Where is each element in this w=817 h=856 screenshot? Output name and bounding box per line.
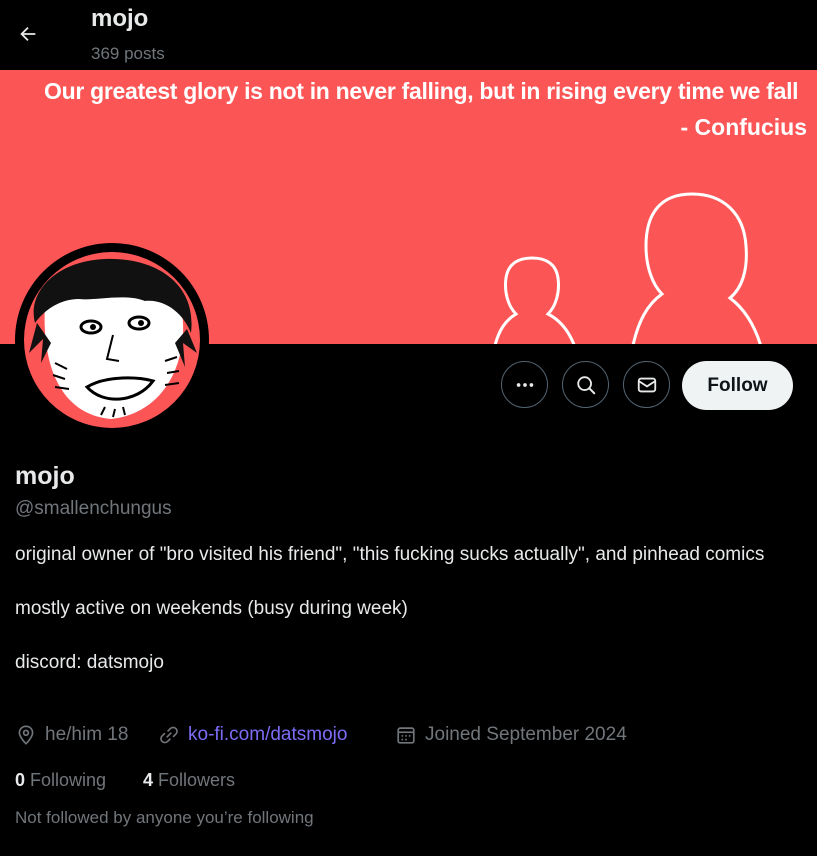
user-handle: @smallenchungus [15, 498, 172, 519]
website-link[interactable]: ko-fi.com/datsmojo [188, 724, 347, 746]
header-title: mojo [91, 5, 149, 32]
link-icon [160, 726, 178, 744]
back-button[interactable] [10, 16, 46, 52]
follow-button[interactable]: Follow [682, 361, 793, 410]
calendar-icon [397, 727, 415, 744]
message-button[interactable] [623, 361, 670, 408]
joined-text: Joined September 2024 [425, 724, 627, 745]
following-count: 0 [15, 769, 26, 790]
arrow-left-icon [20, 26, 36, 42]
bio-line: original owner of "bro visited his frien… [15, 544, 765, 565]
search-profile-button[interactable] [562, 361, 609, 408]
social-context-text: Not followed by anyone you’re following [15, 808, 314, 827]
bio-line: mostly active on weekends (busy during w… [15, 598, 408, 619]
profile-website[interactable]: ko-fi.com/datsmojo [158, 722, 347, 748]
bio: original owner of "bro visited his frien… [15, 541, 805, 676]
followers-count: 4 [143, 769, 154, 790]
profile-joined: Joined September 2024 [395, 722, 627, 748]
banner-quote: Our greatest glory is not in never falli… [44, 78, 799, 104]
search-icon [576, 375, 595, 394]
followers-link[interactable]: 4 Followers [143, 767, 235, 793]
avatar-drawing [24, 252, 200, 428]
banner-quote-author: - Confucius [680, 114, 808, 140]
location-text: he/him 18 [45, 724, 129, 745]
avatar[interactable] [15, 243, 209, 437]
display-name: mojo [15, 462, 75, 490]
top-bar: mojo 369 posts [0, 0, 817, 70]
bio-line: discord: datsmojo [15, 652, 164, 673]
following-link[interactable]: 0 Following [15, 767, 106, 793]
profile-location: he/him 18 [15, 722, 128, 748]
following-label: Following [30, 769, 107, 790]
post-count: 369 posts [91, 44, 165, 63]
envelope-icon [637, 377, 656, 392]
more-dots-icon [516, 382, 533, 387]
more-options-button[interactable] [501, 361, 548, 408]
silhouette-figures-graphic [493, 192, 762, 344]
location-pin-icon [18, 725, 34, 745]
followers-label: Followers [158, 769, 236, 790]
